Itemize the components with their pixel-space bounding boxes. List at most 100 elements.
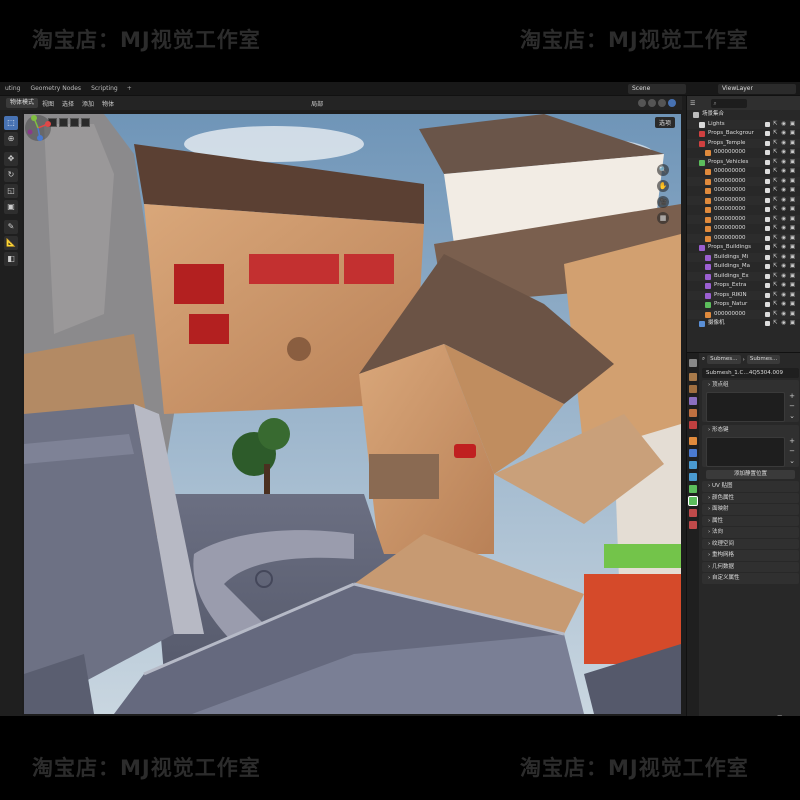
wireframe-shading-icon[interactable]: [638, 99, 646, 107]
object-mode-dropdown[interactable]: 物体模式: [6, 98, 39, 108]
visibility-toggle-icon[interactable]: ⇱ ◉ ▣: [773, 262, 796, 272]
visibility-toggle-icon[interactable]: ⇱ ◉ ▣: [773, 291, 796, 301]
outliner-row[interactable]: 000000000 ⇱ ◉ ▣: [687, 214, 800, 225]
vertex-groups-title[interactable]: › 顶点组: [702, 380, 799, 390]
add-vertex-group-icon[interactable]: +: [789, 392, 795, 400]
add-shape-key-icon[interactable]: +: [789, 437, 795, 445]
exclude-checkbox[interactable]: [765, 302, 770, 307]
properties-section[interactable]: › 面映射: [702, 504, 799, 515]
exclude-checkbox[interactable]: [765, 283, 770, 288]
render-props-icon[interactable]: [689, 373, 697, 381]
shape-keys-list[interactable]: [706, 437, 785, 467]
search-icon[interactable]: ⌕: [702, 356, 705, 363]
visibility-toggle-icon[interactable]: ⇱ ◉ ▣: [773, 224, 796, 234]
workspace-tab[interactable]: uting: [0, 82, 25, 96]
exclude-checkbox[interactable]: [765, 264, 770, 269]
output-props-icon[interactable]: [689, 385, 697, 393]
properties-section[interactable]: › 几何数据: [702, 561, 799, 572]
constraints-props-icon[interactable]: [689, 485, 697, 493]
perspective-grid-icon[interactable]: ▦: [657, 212, 669, 224]
visibility-toggle-icon[interactable]: ⇱ ◉ ▣: [773, 167, 796, 177]
visibility-toggle-icon[interactable]: ⇱ ◉ ▣: [773, 215, 796, 225]
outliner-row[interactable]: 000000000 ⇱ ◉ ▣: [687, 186, 800, 196]
exclude-checkbox[interactable]: [765, 235, 770, 241]
shape-keys-title[interactable]: › 形态键: [702, 425, 799, 435]
outliner-row[interactable]: 000000000 ⇱ ◉ ▣: [687, 309, 800, 320]
vertex-groups-list[interactable]: [706, 392, 785, 422]
annotate-tool-icon[interactable]: ✎: [4, 220, 18, 234]
object-props-icon[interactable]: [689, 437, 697, 445]
rendered-shading-icon[interactable]: [668, 99, 676, 107]
outliner-row[interactable]: 000000000 ⇱ ◉ ▣: [687, 195, 800, 206]
exclude-checkbox[interactable]: [765, 159, 770, 165]
material-props-icon[interactable]: [689, 509, 697, 517]
properties-corner-icon[interactable]: ☰: [777, 715, 782, 716]
visibility-toggle-icon[interactable]: ⇱ ◉ ▣: [773, 272, 796, 282]
visibility-toggle-icon[interactable]: ⇱ ◉ ▣: [773, 148, 796, 158]
move-tool-icon[interactable]: ✥: [4, 152, 18, 166]
outliner-row[interactable]: Props_Extra ⇱ ◉ ▣: [687, 281, 800, 291]
visibility-toggle-icon[interactable]: ⇱ ◉ ▣: [773, 205, 796, 215]
visibility-toggle-icon[interactable]: ⇱ ◉ ▣: [773, 253, 796, 263]
exclude-checkbox[interactable]: [765, 311, 770, 317]
workspace-tab-scripting[interactable]: Scripting: [86, 82, 123, 96]
exclude-checkbox[interactable]: [765, 273, 770, 279]
exclude-checkbox[interactable]: [765, 216, 770, 222]
outliner-search-input[interactable]: ⌕: [711, 98, 748, 108]
navigation-gizmo-icon[interactable]: [24, 114, 52, 142]
properties-section[interactable]: › 纹理空间: [702, 538, 799, 549]
outliner-row[interactable]: 000000000 ⇱ ◉ ▣: [687, 167, 800, 177]
chevron-down-icon[interactable]: ⌄: [789, 412, 795, 420]
visibility-toggle-icon[interactable]: ⇱ ◉ ▣: [773, 196, 796, 206]
outliner-row[interactable]: Buildings_Ma ⇱ ◉ ▣: [687, 262, 800, 272]
properties-section[interactable]: › 法向: [702, 527, 799, 538]
add-cube-tool-icon[interactable]: ◧: [4, 252, 18, 266]
menu-object[interactable]: 物体: [98, 99, 118, 108]
visibility-toggle-icon[interactable]: ⇱ ◉ ▣: [773, 310, 796, 320]
tool-props-icon[interactable]: [689, 359, 697, 367]
world-props-icon[interactable]: [689, 421, 697, 429]
transform-orientation-dropdown[interactable]: 局部: [308, 99, 326, 108]
outliner-row[interactable]: Buildings_Mi ⇱ ◉ ▣: [687, 252, 800, 263]
visibility-toggle-icon[interactable]: ⇱ ◉ ▣: [773, 186, 796, 196]
properties-section[interactable]: › 属性: [702, 515, 799, 526]
visibility-toggle-icon[interactable]: ⇱ ◉ ▣: [773, 139, 796, 149]
chevron-down-icon[interactable]: ⌄: [789, 457, 795, 465]
scene-selector[interactable]: Scene: [628, 84, 686, 94]
scene-props-icon[interactable]: [689, 409, 697, 417]
add-rest-position-button[interactable]: 添加静置位置: [706, 470, 795, 479]
outliner-row[interactable]: Lights ⇱ ◉ ▣: [687, 119, 800, 129]
view-layer-props-icon[interactable]: [689, 397, 697, 405]
exclude-checkbox[interactable]: [765, 131, 770, 136]
select-mode-extend-icon[interactable]: [59, 118, 68, 127]
outliner-row[interactable]: Props_RIKIN ⇱ ◉ ▣: [687, 290, 800, 301]
outliner-row[interactable]: Props_Natur ⇱ ◉ ▣: [687, 300, 800, 310]
exclude-checkbox[interactable]: [765, 226, 770, 231]
measure-tool-icon[interactable]: 📐: [4, 236, 18, 250]
material-shading-icon[interactable]: [658, 99, 666, 107]
texture-props-icon[interactable]: [689, 521, 697, 529]
scale-tool-icon[interactable]: ◱: [4, 184, 18, 198]
outliner-row[interactable]: 000000000 ⇱ ◉ ▣: [687, 205, 800, 215]
view-layer-selector[interactable]: ViewLayer: [718, 84, 796, 94]
properties-section[interactable]: › 重构网格: [702, 550, 799, 561]
camera-view-icon[interactable]: 🎥: [657, 196, 669, 208]
outliner-row[interactable]: 000000000 ⇱ ◉ ▣: [687, 148, 800, 158]
outliner-row[interactable]: Props_Buildings ⇱ ◉ ▣: [687, 243, 800, 253]
visibility-toggle-icon[interactable]: ⇱ ◉ ▣: [773, 281, 796, 291]
outliner-row[interactable]: 场景集合: [687, 110, 800, 120]
exclude-checkbox[interactable]: [765, 245, 770, 250]
visibility-toggle-icon[interactable]: ⇱ ◉ ▣: [773, 234, 796, 244]
cursor-tool-icon[interactable]: ⊕: [4, 132, 18, 146]
transform-tool-icon[interactable]: ▣: [4, 200, 18, 214]
visibility-toggle-icon[interactable]: ⇱ ◉ ▣: [773, 300, 796, 310]
menu-select[interactable]: 选择: [58, 99, 78, 108]
mesh-name-field[interactable]: Submesh_1.C…4Q5304.009: [702, 368, 799, 378]
breadcrumb-object[interactable]: Submes…: [707, 355, 741, 364]
exclude-checkbox[interactable]: [765, 207, 770, 212]
particles-props-icon[interactable]: [689, 461, 697, 469]
exclude-checkbox[interactable]: [765, 292, 770, 298]
exclude-checkbox[interactable]: [765, 178, 770, 184]
remove-shape-key-icon[interactable]: −: [789, 447, 795, 455]
visibility-toggle-icon[interactable]: ⇱ ◉ ▣: [773, 129, 796, 139]
